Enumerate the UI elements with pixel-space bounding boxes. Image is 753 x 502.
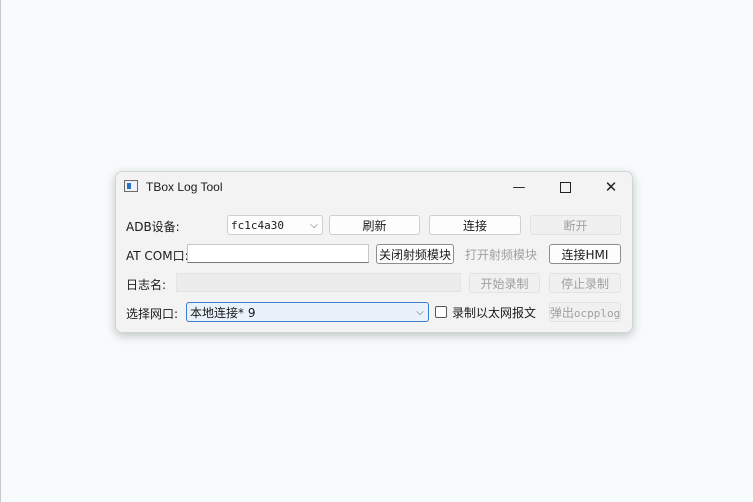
popup-ocpplog-label: 弹出ocpplog: [550, 304, 620, 321]
open-rf-module-label: 打开射频模块: [464, 247, 537, 262]
window-title: TBox Log Tool: [146, 180, 223, 194]
close-icon: ✕: [604, 178, 618, 196]
disconnect-button[interactable]: 断开: [530, 215, 621, 235]
refresh-button-label: 刷新: [362, 218, 387, 233]
record-ethernet-label[interactable]: 录制以太网报文: [452, 304, 536, 321]
at-com-label: AT COM口:: [126, 249, 189, 263]
adb-device-value: fc1c4a30: [231, 218, 284, 232]
network-port-select[interactable]: 本地连接* 9 ⌵: [186, 302, 429, 322]
at-com-input[interactable]: [187, 244, 369, 263]
chevron-down-icon: ⌵: [310, 219, 318, 231]
close-rf-module-button[interactable]: 关闭射频模块: [376, 244, 454, 264]
network-port-value: 本地连接* 9: [190, 305, 256, 320]
maximize-icon: [559, 181, 571, 193]
app-window-icon: [124, 180, 138, 192]
popup-ocpplog-button[interactable]: 弹出ocpplog: [549, 302, 621, 322]
log-name-input[interactable]: [176, 273, 461, 292]
log-name-label: 日志名:: [126, 278, 167, 292]
minimize-button[interactable]: —: [496, 172, 542, 202]
screen-left-edge: [0, 0, 1, 502]
maximize-button[interactable]: [542, 172, 588, 202]
connect-hmi-button[interactable]: 连接HMI: [549, 244, 621, 264]
start-recording-label: 开始录制: [480, 276, 529, 291]
popup-prefix-text: 弹出: [549, 305, 574, 320]
popup-suffix-text: ocpplog: [573, 306, 621, 320]
adb-device-label: ADB设备:: [126, 220, 180, 234]
network-port-label: 选择网口:: [126, 307, 179, 321]
start-recording-button[interactable]: 开始录制: [469, 273, 540, 293]
connect-button-label: 连接: [462, 218, 487, 233]
close-rf-module-label: 关闭射频模块: [378, 247, 451, 262]
record-ethernet-checkbox[interactable]: [435, 306, 447, 318]
minimize-icon: —: [512, 179, 526, 195]
connect-hmi-label: 连接HMI: [561, 247, 609, 262]
title-bar[interactable]: TBox Log Tool — ✕: [116, 172, 632, 202]
close-button[interactable]: ✕: [588, 172, 632, 202]
stop-recording-label: 停止录制: [560, 276, 609, 291]
chevron-down-icon: ⌵: [416, 306, 424, 318]
connect-button[interactable]: 连接: [429, 215, 521, 235]
open-rf-module-button[interactable]: 打开射频模块: [461, 244, 541, 264]
refresh-button[interactable]: 刷新: [329, 215, 420, 235]
disconnect-button-label: 断开: [563, 218, 588, 233]
tbox-log-tool-window: TBox Log Tool — ✕ ADB设备: fc1c4a30 ⌵ 刷新 连…: [115, 171, 633, 333]
adb-device-select[interactable]: fc1c4a30 ⌵: [227, 215, 323, 235]
stop-recording-button[interactable]: 停止录制: [549, 273, 621, 293]
